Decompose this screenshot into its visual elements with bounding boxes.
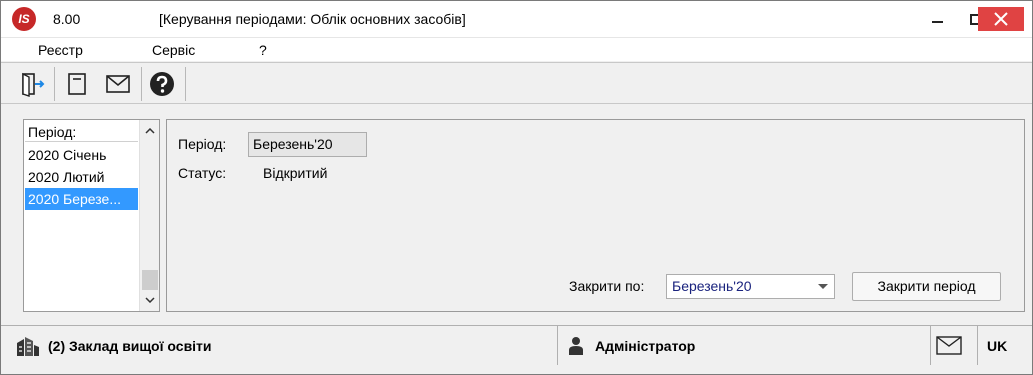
chevron-up-icon [145,128,155,134]
user-segment[interactable]: Адміністратор [558,326,931,365]
exit-button[interactable] [18,69,48,99]
app-version: 8.00 [53,11,81,27]
period-detail-panel: Період: Березень'20 Статус: Відкритий За… [166,119,1025,312]
exit-icon [22,72,45,97]
menu-help[interactable]: ? [259,42,267,58]
menu-registry[interactable]: Реєстр [38,42,83,58]
menu-service[interactable]: Сервіс [152,42,195,58]
close-by-value: Березень'20 [672,278,752,294]
list-scrollbar[interactable] [139,120,159,311]
status-label: Статус: [178,165,227,181]
close-icon [994,12,1008,26]
document-button[interactable] [62,69,92,99]
status-bar: (2) Заклад вищої освіти Адміністратор UK [1,325,1032,365]
chevron-down-icon [145,297,155,303]
mail-icon [936,336,962,355]
close-period-button[interactable]: Закрити період [852,272,1001,301]
close-by-label: Закрити по: [569,278,645,294]
period-list[interactable]: Період: 2020 Січень 2020 Лютий 2020 Бере… [23,119,160,312]
list-item[interactable]: 2020 Січень [25,144,138,166]
list-item-selected[interactable]: 2020 Березе... [25,188,138,210]
scroll-thumb[interactable] [142,270,158,290]
toolbar [1,62,1032,104]
dropdown-arrow-icon [818,284,828,289]
content-area: Період: 2020 Січень 2020 Лютий 2020 Бере… [10,113,1027,319]
minimize-icon [931,21,943,23]
mail-icon [106,75,130,93]
list-header: Період: [25,122,138,142]
close-window-button[interactable] [978,7,1024,31]
toolbar-separator [185,67,186,101]
language-indicator[interactable]: UK [987,338,1007,354]
mail-button[interactable] [103,69,133,99]
app-logo-icon: IS [12,7,36,31]
building-icon [17,337,39,356]
help-icon [150,72,174,96]
window-title: [Керування періодами: Облік основних зас… [159,11,466,27]
period-label: Період: [178,136,227,152]
main-window: IS 8.00 [Керування періодами: Облік осно… [0,0,1033,375]
toolbar-separator [141,67,142,101]
organization-segment[interactable]: (2) Заклад вищої освіти [1,326,558,365]
toolbar-separator [54,67,55,101]
scroll-up-button[interactable] [140,122,160,140]
user-name: Адміністратор [595,338,696,354]
minimize-button[interactable] [918,1,956,37]
menu-bar: Реєстр Сервіс ? [1,37,1032,61]
scroll-down-button[interactable] [140,291,160,309]
organization-name: (2) Заклад вищої освіти [48,338,212,354]
list-item[interactable]: 2020 Лютий [25,166,138,188]
document-icon [68,73,86,95]
title-bar: IS 8.00 [Керування періодами: Облік осно… [1,1,1032,37]
mail-status-button[interactable] [931,326,978,365]
close-by-select[interactable]: Березень'20 [666,274,835,299]
period-field: Березень'20 [248,132,367,157]
user-icon [569,337,583,355]
help-button[interactable] [147,69,177,99]
status-value: Відкритий [263,165,328,181]
